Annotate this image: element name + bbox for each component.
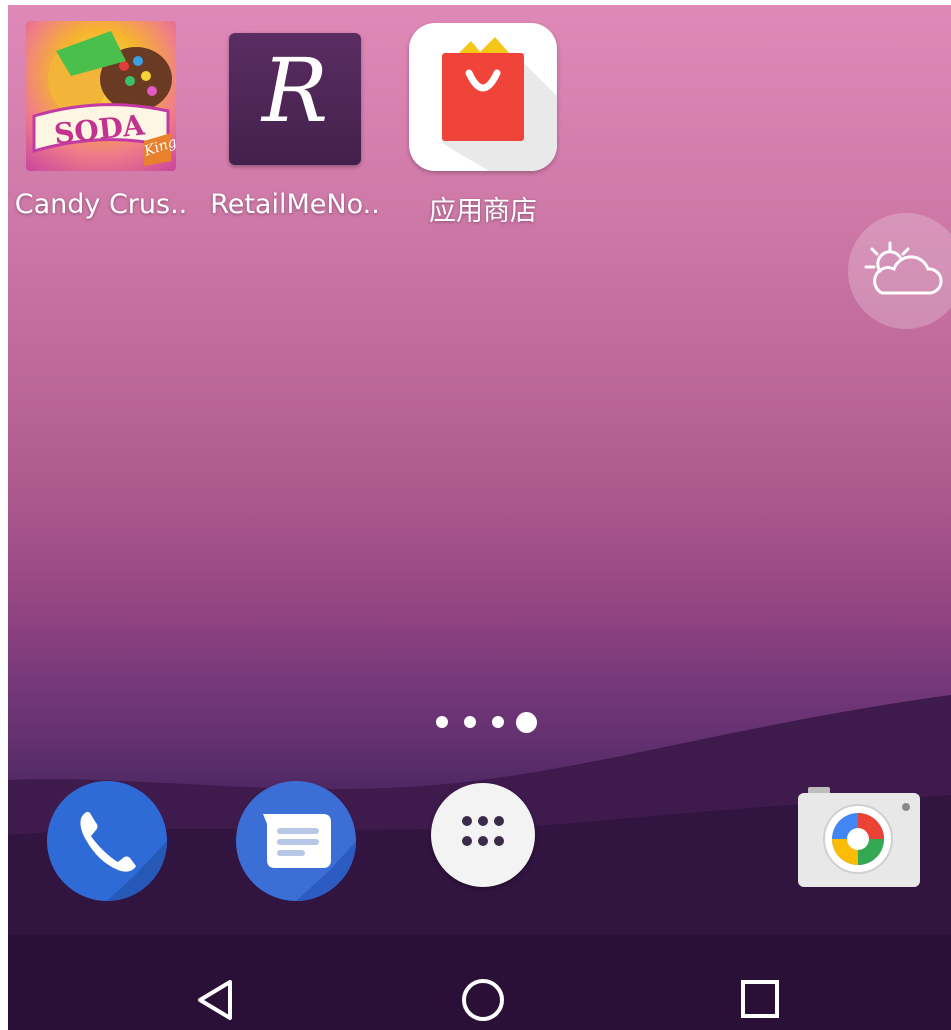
app-store-bag-icon[interactable]	[409, 23, 557, 171]
page-dot[interactable]	[464, 716, 476, 728]
page-indicator	[428, 710, 548, 734]
home-screen: SODA King Candy Crus.. R RetailMeNo.. 应用…	[8, 5, 951, 1030]
phone-icon[interactable]	[46, 780, 168, 902]
camera-icon[interactable]	[798, 787, 920, 887]
partly-cloudy-icon	[864, 241, 943, 295]
page-dot-active[interactable]	[516, 712, 537, 733]
page-dot[interactable]	[492, 716, 504, 728]
recents-icon[interactable]	[716, 960, 796, 1030]
weather-widget[interactable]	[848, 213, 951, 329]
page-dot[interactable]	[436, 716, 448, 728]
app-store[interactable]: 应用商店	[388, 11, 578, 231]
messages-icon[interactable]	[235, 780, 357, 902]
home-icon[interactable]	[443, 960, 523, 1030]
app-retailmenot[interactable]: R RetailMeNo..	[200, 11, 390, 231]
app-drawer-icon[interactable]	[431, 783, 535, 887]
retailmenot-icon[interactable]: R	[229, 33, 361, 165]
app-label: 应用商店	[429, 196, 537, 227]
back-icon[interactable]	[180, 960, 260, 1030]
app-candy-crush[interactable]: SODA King Candy Crus..	[8, 11, 196, 231]
retail-logo-letter: R	[261, 39, 329, 142]
app-label: RetailMeNo..	[210, 189, 380, 220]
candy-crush-soda-icon[interactable]: SODA King	[26, 21, 176, 171]
app-label: Candy Crus..	[14, 189, 188, 220]
